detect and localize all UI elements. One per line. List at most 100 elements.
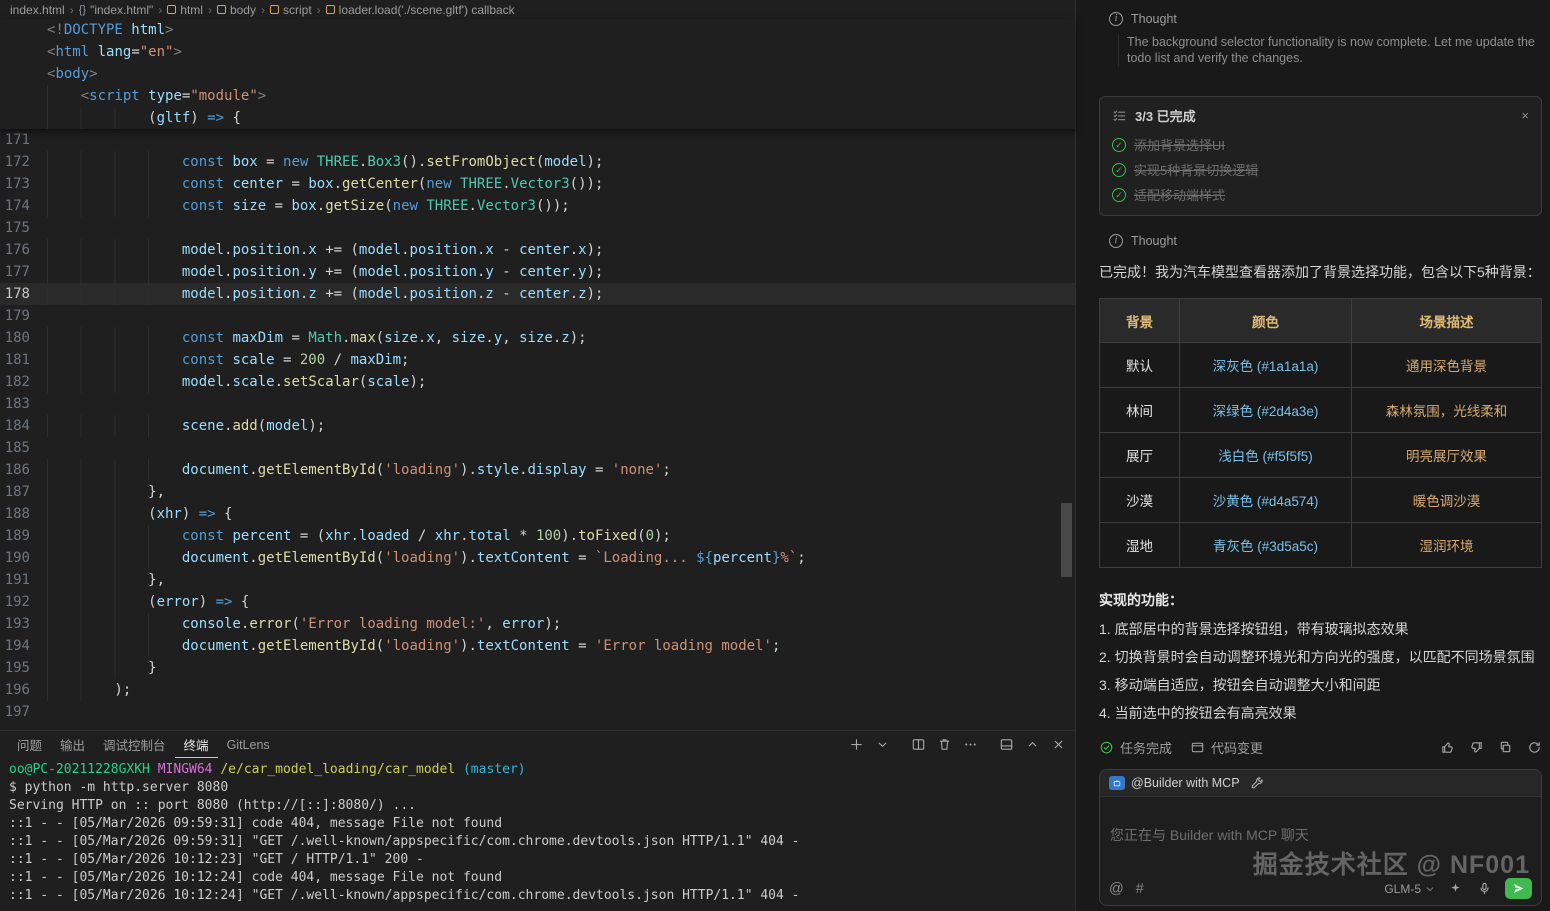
- code-line[interactable]: 174const size = box.getSize(new THREE.Ve…: [0, 195, 1075, 217]
- code-line[interactable]: 171: [0, 129, 1075, 151]
- breadcrumb-item[interactable]: index.html: [10, 3, 65, 17]
- code-token: ;: [797, 550, 805, 566]
- panel-tab[interactable]: 输出: [51, 731, 94, 758]
- code-token: center: [519, 264, 570, 280]
- mention-icon[interactable]: @: [1109, 881, 1124, 897]
- code-token: y: [308, 264, 325, 280]
- todo-close-icon[interactable]: ×: [1521, 108, 1529, 123]
- sticky-lines: <!DOCTYPE html><html lang="en"><body><sc…: [0, 19, 1075, 129]
- sticky-line[interactable]: <!DOCTYPE html>: [0, 19, 1075, 41]
- agent-chip[interactable]: @Builder with MCP: [1109, 776, 1240, 790]
- code-line[interactable]: 173const center = box.getCenter(new THRE…: [0, 173, 1075, 195]
- code-token: ).: [460, 638, 477, 654]
- code-line[interactable]: 195}: [0, 657, 1075, 679]
- tools-icon[interactable]: [1249, 775, 1266, 792]
- thought-header-2[interactable]: i Thought: [1109, 234, 1542, 248]
- new-terminal-icon[interactable]: [848, 736, 865, 753]
- code-token: y: [578, 264, 586, 280]
- breadcrumb-item[interactable]: body: [217, 3, 256, 17]
- code-line[interactable]: 181const scale = 200 / maxDim;: [0, 349, 1075, 371]
- code-token: .: [275, 374, 283, 390]
- breadcrumb-item[interactable]: html: [167, 3, 203, 17]
- code-token: (: [350, 264, 358, 280]
- panel-tab[interactable]: GitLens: [218, 731, 279, 758]
- kill-terminal-icon[interactable]: [936, 736, 953, 753]
- thumbs-down-icon[interactable]: [1468, 740, 1484, 756]
- breadcrumb-item[interactable]: {}"index.html": [79, 3, 154, 17]
- copy-icon[interactable]: [1497, 740, 1513, 756]
- breadcrumb-item[interactable]: loader.load('./scene.gltf') callback: [326, 3, 515, 17]
- thought-header-1[interactable]: i Thought: [1109, 12, 1542, 26]
- code-changes-button[interactable]: 代码变更: [1190, 738, 1263, 757]
- task-complete-badge[interactable]: 任务完成: [1099, 738, 1172, 757]
- code-line[interactable]: 188(xhr) => {: [0, 503, 1075, 525]
- code-token: /: [418, 528, 435, 544]
- code-lines[interactable]: 171172const box = new THREE.Box3().setFr…: [0, 129, 1075, 730]
- code-line[interactable]: 179: [0, 305, 1075, 327]
- code-line[interactable]: 172const box = new THREE.Box3().setFromO…: [0, 151, 1075, 173]
- code-line[interactable]: 178model.position.z += (model.position.z…: [0, 283, 1075, 305]
- code-line[interactable]: 192(error) => {: [0, 591, 1075, 613]
- sticky-line[interactable]: <html lang="en">: [0, 41, 1075, 63]
- breadcrumb-item[interactable]: script: [270, 3, 312, 17]
- code-line[interactable]: 182model.scale.setScalar(scale);: [0, 371, 1075, 393]
- line-number: 190: [0, 547, 47, 569]
- code-line[interactable]: 176model.position.x += (model.position.x…: [0, 239, 1075, 261]
- code-line[interactable]: 187},: [0, 481, 1075, 503]
- code-line[interactable]: 189const percent = (xhr.loaded / xhr.tot…: [0, 525, 1075, 547]
- model-selector[interactable]: GLM-5: [1384, 882, 1435, 896]
- code-token: getElementById: [258, 638, 376, 654]
- split-terminal-icon[interactable]: [910, 736, 927, 753]
- code-token: DOCTYPE: [64, 22, 131, 38]
- more-actions-icon[interactable]: [962, 736, 979, 753]
- code-token: .: [553, 330, 561, 346]
- code-token: textContent: [477, 638, 578, 654]
- code-line[interactable]: 184scene.add(model);: [0, 415, 1075, 437]
- close-panel-icon[interactable]: [1050, 736, 1067, 753]
- editor-scrollbar[interactable]: [1061, 503, 1072, 577]
- sticky-line[interactable]: <body>: [0, 63, 1075, 85]
- terminal-dropdown-icon[interactable]: [874, 736, 891, 753]
- code-token: ).: [561, 528, 578, 544]
- code-token: scale: [232, 352, 283, 368]
- code-line[interactable]: 194document.getElementById('loading').te…: [0, 635, 1075, 657]
- sticky-line[interactable]: <script type="module">: [0, 85, 1075, 107]
- code-line[interactable]: 197: [0, 701, 1075, 723]
- sticky-line[interactable]: (gltf) => {: [0, 107, 1075, 129]
- agent-name: @Builder with MCP: [1131, 776, 1240, 790]
- code-line[interactable]: 191},: [0, 569, 1075, 591]
- code-line[interactable]: 193console.error('Error loading model:',…: [0, 613, 1075, 635]
- code-line[interactable]: 185: [0, 437, 1075, 459]
- chat-input[interactable]: [1100, 797, 1541, 872]
- code-token: ): [182, 506, 199, 522]
- code-line[interactable]: 175: [0, 217, 1075, 239]
- code-line[interactable]: 196);: [0, 679, 1075, 701]
- code-line[interactable]: 183: [0, 393, 1075, 415]
- mic-icon[interactable]: [1476, 880, 1493, 897]
- code-token: .: [401, 286, 409, 302]
- sparkle-icon[interactable]: [1447, 880, 1464, 897]
- hash-icon[interactable]: #: [1136, 881, 1144, 897]
- editor-pane: index.html›{}"index.html"›html›body›scri…: [0, 0, 1075, 911]
- panel-tab[interactable]: 调试控制台: [94, 731, 175, 758]
- terminal-output[interactable]: oo@PC-20211228GXKH MINGW64 /e/car_model_…: [0, 758, 1075, 911]
- panel-tab-bar: 问题输出调试控制台终端GitLens: [0, 731, 1075, 758]
- table-cell: 林间: [1100, 388, 1180, 433]
- maximize-panel-icon[interactable]: [1024, 736, 1041, 753]
- code-line[interactable]: 186document.getElementById('loading').st…: [0, 459, 1075, 481]
- code-line[interactable]: 190document.getElementById('loading').te…: [0, 547, 1075, 569]
- thumbs-up-icon[interactable]: [1439, 740, 1455, 756]
- panel-tab[interactable]: 终端: [175, 731, 218, 758]
- table-cell: 默认: [1100, 343, 1180, 388]
- regenerate-icon[interactable]: [1526, 740, 1542, 756]
- code-token: .: [350, 528, 358, 544]
- panel-tab[interactable]: 问题: [8, 731, 51, 758]
- code-line[interactable]: 180const maxDim = Math.max(size.x, size.…: [0, 327, 1075, 349]
- code-token: <: [81, 88, 89, 104]
- send-button[interactable]: [1505, 878, 1532, 899]
- thought-label: Thought: [1131, 12, 1177, 26]
- panel-layout-icon[interactable]: [998, 736, 1015, 753]
- code-token: scale: [367, 374, 409, 390]
- code-token: .: [249, 638, 257, 654]
- code-line[interactable]: 177model.position.y += (model.position.y…: [0, 261, 1075, 283]
